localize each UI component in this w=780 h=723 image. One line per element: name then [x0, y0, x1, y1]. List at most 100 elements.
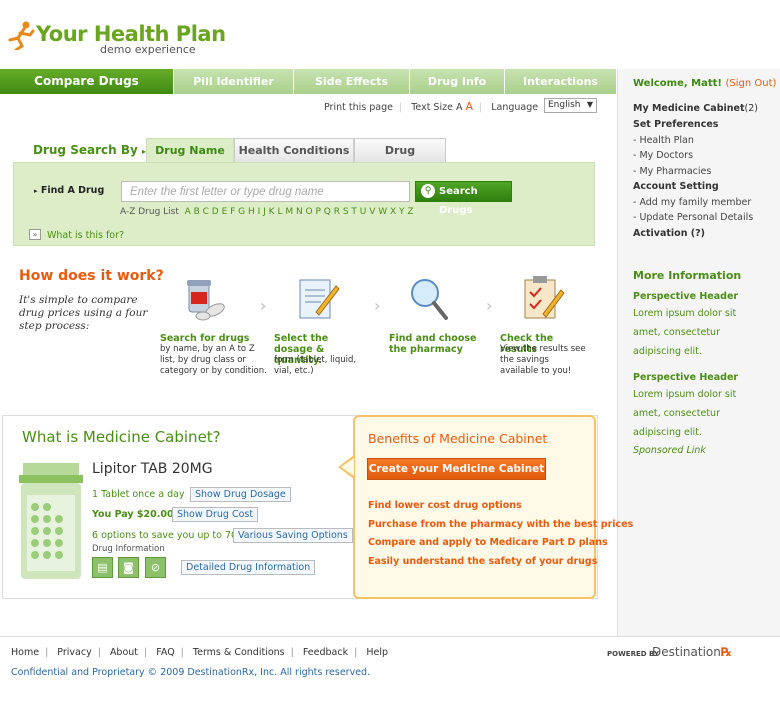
footer-links: Home | Privacy | About | FAQ | Terms & Condi… [11, 647, 389, 658]
how-text: It's simple to compare drug prices using… [19, 294, 148, 332]
language-select[interactable]: English ▼ [544, 98, 597, 113]
az-label: A-Z Drug List [120, 207, 179, 217]
no-symbol-icon[interactable]: ⊘ [145, 557, 166, 578]
pill-bottle-icon [187, 280, 225, 321]
sidebar: Welcome, Matt! (Sign Out) My Medicine Ca… [617, 69, 780, 636]
detailed-info-button[interactable]: Detailed Drug Information [181, 560, 316, 575]
footer-faq[interactable]: FAQ [156, 647, 174, 658]
cabinet-count: (2) [744, 103, 758, 114]
search-by-text: Drug Search By [33, 143, 138, 157]
clipboard-check-icon [524, 276, 565, 319]
benefit-item: Easily understand the safety of your dru… [368, 556, 598, 567]
magnifier-icon [411, 279, 448, 320]
text-size-large[interactable]: A [465, 100, 473, 113]
callout-arrow-inner [341, 458, 354, 476]
perspective-header-2[interactable]: Perspective Header [633, 372, 738, 383]
tab-side-effects[interactable]: Side Effects [294, 69, 410, 94]
p2-line-2: amet, consectetur [633, 408, 720, 419]
drug-name: Lipitor TAB 20MG [92, 461, 213, 477]
p1-line-1: Lorem ipsum dolor sit [633, 308, 737, 319]
p1-line-3: adipiscing elit. [633, 346, 702, 357]
perspective-header-1[interactable]: Perspective Header [633, 291, 738, 302]
footer-privacy[interactable]: Privacy [57, 647, 91, 658]
drug-info-label: Drug Information [92, 544, 165, 554]
step-3-title: Find and choose the pharmacy [389, 333, 477, 355]
more-info-heading: More Information [633, 269, 742, 282]
bullet-icon: ▸ [34, 187, 38, 195]
rx-badge-icon: ℞ [720, 645, 732, 659]
benefit-item: Purchase from the pharmacy with the best… [368, 519, 634, 530]
step-1-title: Search for drugs [160, 333, 250, 344]
p2-line-1: Lorem ipsum dolor sit [633, 389, 737, 400]
step-2-desc: form (tablet, liquid, vial, etc.) [274, 355, 357, 376]
language-value: English [548, 100, 581, 110]
dosage-text: 1 Tablet once a day [92, 489, 185, 500]
find-drug-label: ▸ Find A Drug [34, 185, 104, 196]
sponsored-link[interactable]: Sponsored Link [633, 445, 706, 456]
what-is-this-link[interactable]: What is this for? [47, 230, 124, 241]
tab-drug-info[interactable]: Drug Info [410, 69, 505, 94]
cabinet-title: What is Medicine Cabinet? [22, 428, 221, 446]
sidebar-update-details[interactable]: - Update Personal Details [633, 212, 753, 223]
find-drug-text: Find A Drug [40, 185, 105, 196]
pill-bottle-illustration-icon [19, 463, 83, 579]
tab-drug-name[interactable]: Drug Name [146, 138, 234, 162]
footer-feedback[interactable]: Feedback [303, 647, 348, 658]
chevron-down-icon: ▼ [586, 100, 593, 109]
tab-interactions[interactable]: Interactions [505, 69, 617, 94]
search-by-label: Drug Search By ▸ [33, 143, 146, 157]
camera-icon[interactable]: ◙ [118, 557, 139, 578]
notepad-pencil-icon [299, 279, 340, 319]
cabinet-label: My Medicine Cabinet [633, 103, 745, 114]
sidebar-cabinet-link[interactable]: My Medicine Cabinet(2) [633, 103, 758, 114]
how-title: How does it work? [19, 268, 164, 284]
welcome-label: Welcome, Matt! [633, 78, 722, 89]
expand-icon[interactable]: » [29, 229, 41, 240]
footer-about[interactable]: About [110, 647, 138, 658]
pay-text: You Pay $20.00 [92, 509, 174, 520]
copyright-text: Confidential and Proprietary © 2009 Dest… [11, 667, 371, 678]
show-cost-button[interactable]: Show Drug Cost [172, 507, 259, 522]
tab-compare-drugs[interactable]: Compare Drugs [0, 69, 174, 94]
footer-terms[interactable]: Terms & Conditions [193, 647, 285, 658]
welcome-text: Welcome, Matt! (Sign Out) [633, 78, 776, 89]
chevron-right-icon: › [374, 296, 381, 315]
runner-logo-icon [8, 21, 35, 50]
book-icon[interactable]: ▤ [92, 557, 113, 578]
az-list: A-Z Drug List A B C D E F G H I J K L M … [120, 207, 414, 217]
tab-pill-identifier[interactable]: Pill Identifier [174, 69, 294, 94]
footer-help[interactable]: Help [366, 647, 388, 658]
saving-options-button[interactable]: Various Saving Options [233, 528, 353, 543]
sidebar-account-setting[interactable]: Account Setting [633, 181, 719, 192]
utility-bar: Print this page | Text Size A A | Language [324, 100, 539, 113]
search-icon: ⚲ [421, 184, 435, 198]
show-dosage-button[interactable]: Show Drug Dosage [190, 487, 291, 502]
sidebar-add-family[interactable]: - Add my family member [633, 197, 751, 208]
signout-link[interactable]: (Sign Out) [725, 78, 776, 89]
create-cabinet-button[interactable]: Create your Medicine Cabinet [367, 458, 546, 480]
sidebar-my-doctors[interactable]: - My Doctors [633, 150, 693, 161]
benefit-item: Compare and apply to Medicare Part D pla… [368, 537, 608, 548]
sidebar-my-pharmacies[interactable]: - My Pharmacies [633, 166, 711, 177]
tab-drug-category[interactable]: Drug Category [354, 138, 446, 181]
main-nav: Compare Drugs Pill Identifier Side Effec… [0, 69, 617, 94]
step-1-desc: by name, by an A to Z list, by drug clas… [160, 344, 267, 376]
tab-health-conditions[interactable]: Health Conditions [234, 138, 354, 162]
az-letters[interactable]: A B C D E F G H I J K L M N O P Q R S T … [185, 207, 414, 217]
footer-divider [0, 636, 780, 637]
destinationrx-logo[interactable]: Destination℞ [652, 645, 732, 659]
footer-home[interactable]: Home [11, 647, 39, 658]
chevron-right-icon: › [486, 296, 493, 315]
logo-subtitle: demo experience [100, 43, 196, 56]
p2-line-3: adipiscing elit. [633, 427, 702, 438]
sidebar-activation[interactable]: Activation (?) [633, 228, 705, 239]
p1-line-2: amet, consectetur [633, 327, 720, 338]
print-link[interactable]: Print this page [324, 102, 393, 113]
sidebar-preferences[interactable]: Set Preferences [633, 119, 718, 130]
brand-text: Destination [652, 645, 721, 659]
sidebar-health-plan[interactable]: - Health Plan [633, 135, 694, 146]
drug-search-input[interactable] [121, 181, 410, 202]
text-size-link[interactable]: Text Size A [411, 102, 462, 113]
benefit-item: Find lower cost drug options [368, 500, 522, 511]
benefits-title: Benefits of Medicine Cabinet [368, 431, 548, 446]
